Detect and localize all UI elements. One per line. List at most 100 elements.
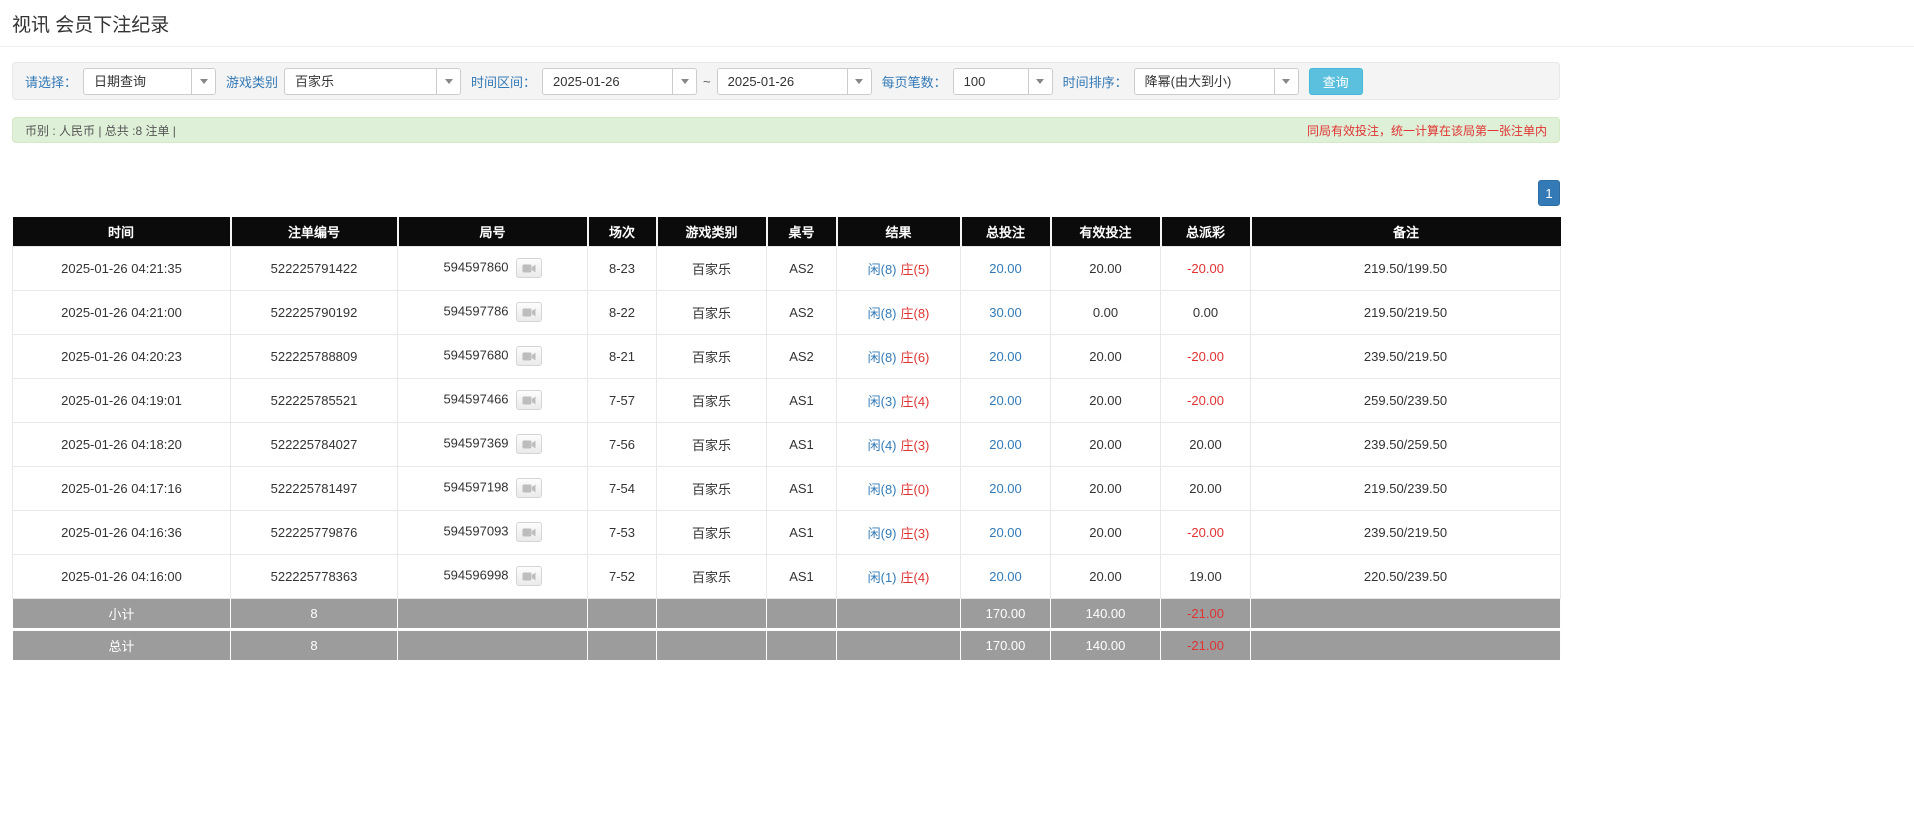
cell-table-no: AS1 bbox=[767, 378, 837, 422]
cell-time: 2025-01-26 04:17:16 bbox=[13, 466, 231, 510]
cell-result: 闲(3)庄(4) bbox=[837, 378, 961, 422]
page-number-button[interactable]: 1 bbox=[1538, 180, 1560, 206]
cell-bet-id: 522225778363 bbox=[231, 554, 398, 598]
video-replay-button[interactable] bbox=[516, 566, 542, 586]
pagination-top: 1 bbox=[12, 180, 1560, 206]
subtotal-total-bet: 170.00 bbox=[961, 598, 1051, 629]
total-bet-link[interactable]: 20.00 bbox=[989, 393, 1022, 408]
cell-session: 7-52 bbox=[588, 554, 657, 598]
round-number: 594597198 bbox=[443, 479, 508, 494]
cell-game: 百家乐 bbox=[657, 334, 767, 378]
cell-game: 百家乐 bbox=[657, 422, 767, 466]
chevron-down-icon bbox=[191, 69, 215, 94]
total-count: 8 bbox=[231, 629, 398, 660]
video-replay-button[interactable] bbox=[516, 434, 542, 454]
round-number: 594597680 bbox=[443, 347, 508, 362]
video-replay-button[interactable] bbox=[516, 258, 542, 278]
col-header-payout: 总派彩 bbox=[1161, 217, 1251, 246]
total-valid-bet: 140.00 bbox=[1051, 629, 1161, 660]
round-number: 594597369 bbox=[443, 435, 508, 450]
col-header-result: 结果 bbox=[837, 217, 961, 246]
query-type-select[interactable]: 日期查询 bbox=[83, 68, 216, 95]
cell-time: 2025-01-26 04:21:00 bbox=[13, 290, 231, 334]
cell-bet-id: 522225791422 bbox=[231, 246, 398, 290]
result-player: 闲(8) bbox=[868, 350, 897, 365]
result-player: 闲(3) bbox=[868, 394, 897, 409]
video-camera-icon bbox=[522, 351, 536, 362]
cell-remark: 259.50/239.50 bbox=[1251, 378, 1561, 422]
cell-total-bet: 20.00 bbox=[961, 554, 1051, 598]
cell-total-bet: 20.00 bbox=[961, 334, 1051, 378]
cell-remark: 239.50/219.50 bbox=[1251, 510, 1561, 554]
cell-game: 百家乐 bbox=[657, 554, 767, 598]
cell-bet-id: 522225779876 bbox=[231, 510, 398, 554]
video-camera-icon bbox=[522, 307, 536, 318]
total-bet-link[interactable]: 20.00 bbox=[989, 437, 1022, 452]
result-banker: 庄(8) bbox=[901, 306, 930, 321]
round-number: 594597786 bbox=[443, 303, 508, 318]
col-header-round: 局号 bbox=[398, 217, 588, 246]
cell-total-bet: 30.00 bbox=[961, 290, 1051, 334]
total-bet-link[interactable]: 20.00 bbox=[989, 569, 1022, 584]
round-number: 594597860 bbox=[443, 259, 508, 274]
time-sort-select[interactable]: 降幂(由大到小) bbox=[1134, 68, 1299, 95]
subtotal-valid-bet: 140.00 bbox=[1051, 598, 1161, 629]
total-bet-link[interactable]: 20.00 bbox=[989, 349, 1022, 364]
table-body: 2025-01-26 04:21:35 522225791422 5945978… bbox=[13, 246, 1561, 598]
subtotal-count: 8 bbox=[231, 598, 398, 629]
page-size-label: 每页笔数： bbox=[882, 72, 947, 91]
date-to-input[interactable] bbox=[718, 69, 847, 94]
video-replay-button[interactable] bbox=[516, 390, 542, 410]
cell-session: 8-23 bbox=[588, 246, 657, 290]
cell-round: 594597680 bbox=[398, 334, 588, 378]
total-row: 总计 8 170.00 140.00 -21.00 bbox=[13, 629, 1561, 660]
page-size-select[interactable] bbox=[953, 68, 1053, 95]
cell-valid-bet: 20.00 bbox=[1051, 378, 1161, 422]
cell-payout: 20.00 bbox=[1161, 422, 1251, 466]
table-row: 2025-01-26 04:16:00 522225778363 5945969… bbox=[13, 554, 1561, 598]
cell-session: 7-53 bbox=[588, 510, 657, 554]
table-header-row: 时间 注单编号 局号 场次 游戏类别 桌号 结果 总投注 有效投注 总派彩 备注 bbox=[13, 217, 1561, 246]
cell-game: 百家乐 bbox=[657, 378, 767, 422]
video-replay-button[interactable] bbox=[516, 346, 542, 366]
game-type-select[interactable]: 百家乐 bbox=[284, 68, 461, 95]
col-header-bet-id: 注单编号 bbox=[231, 217, 398, 246]
date-from-picker[interactable] bbox=[542, 68, 697, 95]
cell-valid-bet: 0.00 bbox=[1051, 290, 1161, 334]
cell-game: 百家乐 bbox=[657, 466, 767, 510]
cell-valid-bet: 20.00 bbox=[1051, 334, 1161, 378]
video-replay-button[interactable] bbox=[516, 478, 542, 498]
video-replay-button[interactable] bbox=[516, 302, 542, 322]
total-bet-link[interactable]: 20.00 bbox=[989, 525, 1022, 540]
cell-total-bet: 20.00 bbox=[961, 510, 1051, 554]
result-banker: 庄(6) bbox=[901, 350, 930, 365]
cell-payout: 0.00 bbox=[1161, 290, 1251, 334]
cell-total-bet: 20.00 bbox=[961, 466, 1051, 510]
cell-payout: 19.00 bbox=[1161, 554, 1251, 598]
chevron-down-icon bbox=[1028, 69, 1052, 94]
cell-result: 闲(8)庄(0) bbox=[837, 466, 961, 510]
subtotal-label: 小计 bbox=[13, 598, 231, 629]
search-button[interactable]: 查询 bbox=[1309, 68, 1363, 95]
cell-valid-bet: 20.00 bbox=[1051, 510, 1161, 554]
valid-bet-notice-text: 同局有效投注，统一计算在该局第一张注单内 bbox=[1307, 122, 1547, 139]
result-player: 闲(8) bbox=[868, 306, 897, 321]
col-header-table-no: 桌号 bbox=[767, 217, 837, 246]
cell-time: 2025-01-26 04:21:35 bbox=[13, 246, 231, 290]
date-to-picker[interactable] bbox=[717, 68, 872, 95]
chevron-down-icon bbox=[436, 69, 460, 94]
table-row: 2025-01-26 04:20:23 522225788809 5945976… bbox=[13, 334, 1561, 378]
total-bet-link[interactable]: 20.00 bbox=[989, 261, 1022, 276]
video-replay-button[interactable] bbox=[516, 522, 542, 542]
time-sort-label: 时间排序： bbox=[1063, 72, 1128, 91]
total-bet-link[interactable]: 20.00 bbox=[989, 481, 1022, 496]
cell-valid-bet: 20.00 bbox=[1051, 246, 1161, 290]
cell-time: 2025-01-26 04:16:36 bbox=[13, 510, 231, 554]
cell-result: 闲(8) 庄(8) bbox=[837, 290, 961, 334]
cell-session: 8-21 bbox=[588, 334, 657, 378]
total-bet-link[interactable]: 30.00 bbox=[989, 305, 1022, 320]
table-row: 2025-01-26 04:21:35 522225791422 5945978… bbox=[13, 246, 1561, 290]
page-size-input[interactable] bbox=[954, 69, 1028, 94]
result-player: 闲(8) bbox=[868, 262, 897, 277]
date-from-input[interactable] bbox=[543, 69, 672, 94]
